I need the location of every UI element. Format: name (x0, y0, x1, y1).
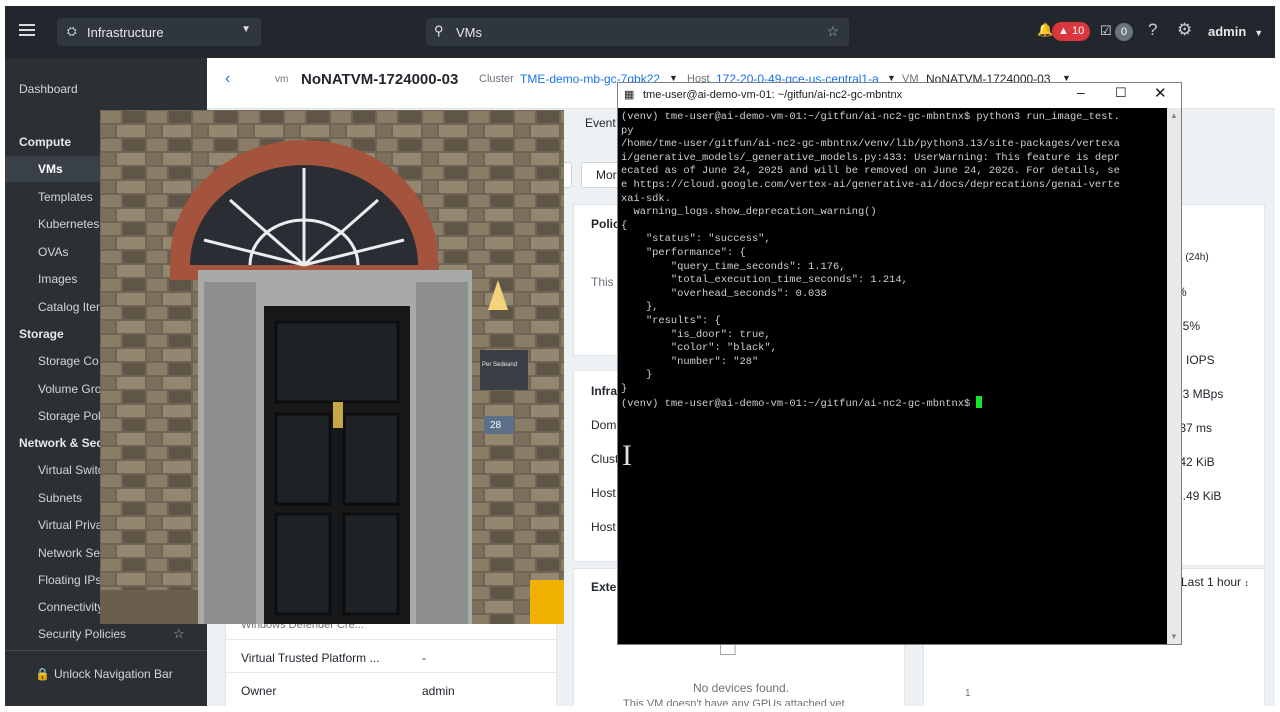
door-photo: Per Sedeand 28 (100, 110, 564, 624)
sidebar-item-label: OVAs (38, 245, 69, 259)
terminal-scrollbar[interactable]: ▲ ▼ (1167, 108, 1181, 644)
policy-text: This (591, 275, 614, 289)
star-icon[interactable]: ☆ (173, 621, 185, 647)
unlock-navigation-button[interactable]: 🔒 Unlock Navigation Bar (5, 650, 207, 697)
sidebar-item-label: Network Se (38, 546, 101, 560)
search-value: VMs (456, 25, 482, 40)
sidebar-item-dashboard[interactable]: Dashboard (5, 76, 207, 102)
sidebar-section-label: Compute (19, 135, 71, 149)
door-number: 28 (490, 420, 502, 431)
infra-row-cluster: Clust (591, 452, 619, 466)
infra-row-host-ip: Host (591, 520, 616, 534)
divider (226, 639, 556, 640)
menu-icon[interactable] (19, 21, 35, 41)
no-devices-text: No devices found. (693, 681, 790, 695)
vtp-label: Virtual Trusted Platform ... (241, 651, 380, 665)
sidebar-item-label: Images (38, 272, 78, 286)
tasks-icon[interactable]: ☑ (1100, 23, 1112, 39)
terminal-titlebar[interactable]: ▦ tme-user@ai-demo-vm-01: ~/gitfun/ai-nc… (618, 83, 1181, 108)
terminal-prompt: (venv) tme-user@ai-demo-vm-01:~/gitfun/a… (621, 398, 977, 411)
sidebar-item-label: Subnets (38, 491, 83, 505)
minimize-icon[interactable]: – (1077, 84, 1085, 100)
owner-value: admin (422, 684, 455, 698)
chevron-down-icon: ▼ (1254, 28, 1264, 38)
alerts-badge[interactable]: ▲ 10 (1052, 22, 1091, 41)
chart-axis-tick: 1 (965, 688, 971, 699)
text-cursor-icon: I (622, 439, 632, 472)
star-icon[interactable]: ☆ (826, 23, 839, 40)
no-devices-subtext: This VM doesn't have any GPUs attached y… (623, 698, 845, 706)
sidebar-item-label: Security Policies (38, 627, 127, 641)
policy-title: Polic (591, 217, 620, 231)
terminal-window[interactable]: ▦ tme-user@ai-demo-vm-01: ~/gitfun/ai-nc… (617, 82, 1182, 645)
sidebar-item-label: Catalog Iten (38, 300, 103, 314)
tab-events[interactable]: Event (585, 116, 616, 130)
sidebar-item-label: Templates (38, 190, 93, 204)
search-icon: ⚲ (434, 23, 444, 38)
owner-label: Owner (241, 684, 277, 698)
sidebar-section-label: Network & Seci (19, 436, 107, 450)
vm-details-card: Windows Defender Cre... Virtual Trusted … (225, 618, 557, 706)
terminal-lines: (venv) tme-user@ai-demo-vm-01:~/gitfun/a… (621, 111, 1120, 395)
chevron-updown-icon: ↕ (1244, 578, 1249, 588)
unlock-navigation-label: Unlock Navigation Bar (54, 667, 173, 681)
infra-title: Infra (591, 384, 618, 398)
search-input[interactable]: ⚲ VMs ☆ (426, 18, 849, 46)
sidebar-item-label: Connectivity (38, 600, 104, 614)
gear-icon[interactable]: ⚙ (1177, 20, 1192, 40)
sidebar-item-label: Virtual Switc (38, 463, 104, 477)
vtp-value: - (422, 651, 426, 665)
time-range-select[interactable]: Last 1 hour ↕ (1181, 575, 1249, 589)
infrastructure-icon: ⛭ (67, 24, 77, 38)
metric-value: 73 MBps (1176, 387, 1224, 401)
sidebar-item-label: Floating IPs (38, 573, 102, 587)
user-menu[interactable]: admin ▼ (1208, 24, 1263, 39)
scroll-up-icon[interactable]: ▲ (1170, 111, 1178, 120)
close-icon[interactable]: ✕ (1154, 84, 1167, 102)
sidebar-item-security-policies[interactable]: Security Policies ☆ (5, 621, 207, 647)
terminal-cursor (976, 396, 983, 409)
terminal-icon: ▦ (624, 89, 635, 101)
back-icon[interactable]: ‹ (225, 70, 230, 88)
chevron-down-icon: ▼ (241, 24, 251, 35)
bell-icon[interactable]: 🔔 (1037, 22, 1053, 38)
sidebar-item-label: Storage Pol (38, 409, 101, 423)
terminal-title: tme-user@ai-demo-vm-01: ~/gitfun/ai-nc2-… (643, 89, 903, 101)
app-selector[interactable]: ⛭ Infrastructure ▼ (57, 18, 261, 46)
page-title: NoNATVM-1724000-03 (301, 71, 459, 88)
alerts-count: 10 (1071, 25, 1085, 37)
more-button[interactable]: Mor (581, 162, 622, 188)
sidebar-item-label: Dashboard (19, 82, 78, 96)
top-bar: ⛭ Infrastructure ▼ ⚲ VMs ☆ 🔔 ▲ 10 ☑ 0 ? … (5, 6, 1275, 58)
app-selector-label: Infrastructure (87, 25, 164, 40)
help-icon[interactable]: ? (1148, 20, 1157, 40)
lock-icon: 🔒 (35, 667, 50, 681)
sidebar-item-label: Kubernetes (38, 217, 100, 231)
cluster-label: Cluster (479, 73, 514, 85)
sidebar-item-label: Storage Co (38, 354, 99, 368)
door-plaque-text: Per Sedeand (482, 362, 518, 368)
sidebar-section-label: Storage (19, 327, 64, 341)
infra-row-host: Host (591, 486, 616, 500)
vm-type-tag: vm (275, 74, 289, 85)
maximize-icon[interactable]: ☐ (1115, 85, 1127, 101)
user-name: admin (1208, 24, 1247, 39)
scroll-down-icon[interactable]: ▼ (1170, 632, 1178, 641)
sidebar-item-label: Virtual Priva (38, 518, 103, 532)
sidebar-item-label: Volume Gro (38, 382, 102, 396)
terminal-output[interactable]: (venv) tme-user@ai-demo-vm-01:~/gitfun/a… (621, 111, 1166, 412)
sidebar-item-label: VMs (38, 162, 63, 176)
divider (226, 672, 556, 673)
metric-value: 5.49 KiB (1176, 489, 1222, 503)
time-range-label: Last 1 hour (1181, 575, 1242, 589)
tasks-badge[interactable]: 0 (1115, 23, 1133, 41)
